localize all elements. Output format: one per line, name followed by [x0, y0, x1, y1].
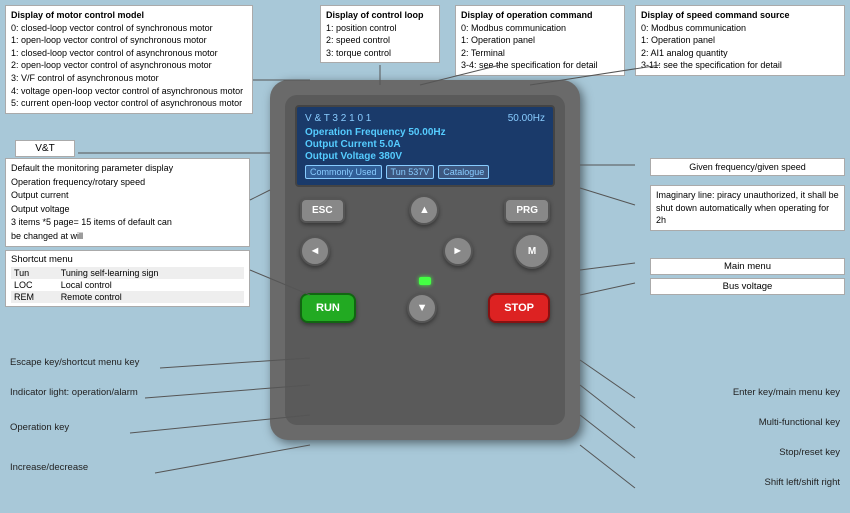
top-annotation-1: Display of motor control model 0: closed… [5, 5, 253, 114]
shortcut-menu-title: Shortcut menu [11, 254, 244, 265]
bus-voltage-label: Bus voltage [723, 281, 773, 292]
lcd-output-voltage: Output Voltage 380V [305, 151, 545, 162]
esc-button[interactable]: ESC [300, 198, 345, 223]
top-anno-1-line5: 4: voltage open-loop vector control of a… [11, 86, 243, 96]
button-row-bottom: RUN ▼ STOP [295, 293, 555, 323]
nav-center-space [371, 236, 401, 266]
down-button[interactable]: ▼ [407, 293, 437, 323]
shortcut-rem-desc: Remote control [58, 291, 244, 303]
left-button[interactable]: ◄ [300, 236, 330, 266]
lcd-tab-tun[interactable]: Tun 537V [386, 165, 435, 179]
top-anno-4-line2: 2: AI1 analog quantity [641, 48, 728, 58]
shortcut-tun-code: Tun [11, 267, 58, 279]
lcd-tab-commonly-used[interactable]: Commonly Used [305, 165, 382, 179]
increase-decrease-label: Increase/decrease [10, 462, 88, 473]
shortcut-tun-desc: Tuning self-learning sign [58, 267, 244, 279]
top-anno-1-line1: 1: open-loop vector control of synchrono… [11, 35, 207, 45]
top-annotation-4: Display of speed command source 0: Modbu… [635, 5, 845, 76]
top-anno-1-line6: 5: current open-loop vector control of a… [11, 98, 242, 108]
monitor-line-3: Output voltage [11, 204, 70, 214]
shortcut-row-rem: REM Remote control [11, 291, 244, 303]
shortcut-loc-desc: Local control [58, 279, 244, 291]
button-row-mid: ◄ ► M [295, 233, 555, 269]
monitor-line-5: be changed at will [11, 231, 83, 241]
top-anno-1-title: Display of motor control model [11, 10, 144, 20]
top-anno-1-line0: 0: closed-loop vector control of synchro… [11, 23, 213, 33]
top-annotation-2: Display of control loop 1: position cont… [320, 5, 440, 63]
monitor-box: Default the monitoring parameter display… [5, 158, 250, 247]
given-freq-label: Given frequency/given speed [689, 162, 806, 172]
indicator-light-label: Indicator light: operation/alarm [10, 387, 138, 398]
top-annotation-3: Display of operation command 0: Modbus c… [455, 5, 625, 76]
top-anno-3-line0: 0: Modbus communication [461, 23, 566, 33]
top-anno-4-title: Display of speed command source [641, 10, 790, 20]
run-button[interactable]: RUN [300, 293, 356, 323]
lcd-op-freq: Operation Frequency 50.00Hz [305, 127, 545, 138]
top-anno-3-title: Display of operation command [461, 10, 593, 20]
monitor-line-4: 3 items *5 page= 15 items of default can [11, 217, 172, 227]
device-body: V & T 3 2 1 0 1 50.00Hz Operation Freque… [270, 80, 580, 440]
lcd-model: V & T 3 2 1 0 1 [305, 113, 371, 124]
top-anno-3-line2: 2: Terminal [461, 48, 505, 58]
top-anno-1-line4: 3: V/F control of asynchronous motor [11, 73, 159, 83]
top-anno-2-line1: 1: position control [326, 23, 397, 33]
given-freq-box: Given frequency/given speed [650, 158, 845, 176]
imaginary-label: Imaginary line: piracy unauthorized, it … [656, 190, 839, 225]
operation-key-label: Operation key [10, 422, 69, 433]
shift-right-label: Shift left/shift right [764, 477, 840, 488]
lcd-tab-catalogue[interactable]: Catalogue [438, 165, 489, 179]
shortcut-row-tun: Tun Tuning self-learning sign [11, 267, 244, 279]
right-button[interactable]: ► [443, 236, 473, 266]
top-anno-2-line3: 3: torque control [326, 48, 391, 58]
monitor-line-2: Output current [11, 190, 69, 200]
lcd-tabs: Commonly Used Tun 537V Catalogue [305, 165, 545, 179]
top-anno-3-line3: 3-4: see the specification for detail [461, 60, 598, 70]
top-anno-4-line3: 3-11: see the specification for detail [641, 60, 782, 70]
main-menu-label: Main menu [724, 261, 771, 272]
top-anno-1-line3: 2: open-loop vector control of asynchron… [11, 60, 212, 70]
main-menu-box: Main menu [650, 258, 845, 275]
m-button[interactable]: M [514, 233, 550, 269]
top-anno-2-line2: 2: speed control [326, 35, 390, 45]
indicator-light [419, 277, 431, 285]
top-anno-3-line1: 1: Operation panel [461, 35, 535, 45]
imaginary-box: Imaginary line: piracy unauthorized, it … [650, 185, 845, 231]
lcd-top-row: V & T 3 2 1 0 1 50.00Hz [305, 113, 545, 124]
monitor-line-1: Operation frequency/rotary speed [11, 177, 145, 187]
indicator-row [414, 277, 436, 285]
escape-key-label: Escape key/shortcut menu key [10, 357, 139, 368]
monitor-line-0: Default the monitoring parameter display [11, 163, 173, 173]
shortcut-loc-code: LOC [11, 279, 58, 291]
multi-functional-label: Multi-functional key [759, 417, 840, 428]
shortcut-menu-box: Shortcut menu Tun Tuning self-learning s… [5, 250, 250, 307]
enter-key-label: Enter key/main menu key [733, 387, 840, 398]
lcd-screen: V & T 3 2 1 0 1 50.00Hz Operation Freque… [295, 105, 555, 187]
prg-button[interactable]: PRG [504, 198, 550, 223]
button-area: ESC ▲ PRG ◄ ► M RUN ▼ STOP [295, 195, 555, 415]
bus-voltage-box: Bus voltage [650, 278, 845, 295]
lcd-output-current: Output Current 5.0A [305, 139, 545, 150]
stop-reset-label: Stop/reset key [779, 447, 840, 458]
device-inner: V & T 3 2 1 0 1 50.00Hz Operation Freque… [285, 95, 565, 425]
stop-button[interactable]: STOP [488, 293, 550, 323]
top-anno-4-line0: 0: Modbus communication [641, 23, 746, 33]
top-anno-1-line2: 1: closed-loop vector control of asynchr… [11, 48, 218, 58]
top-anno-4-line1: 1: Operation panel [641, 35, 715, 45]
vt-label: V&T [15, 140, 75, 157]
top-anno-2-title: Display of control loop [326, 10, 424, 20]
shortcut-row-loc: LOC Local control [11, 279, 244, 291]
shortcut-rem-code: REM [11, 291, 58, 303]
shortcut-table: Tun Tuning self-learning sign LOC Local … [11, 267, 244, 303]
up-button[interactable]: ▲ [409, 195, 439, 225]
lcd-freq-display: 50.00Hz [508, 113, 545, 124]
button-row-top: ESC ▲ PRG [295, 195, 555, 225]
